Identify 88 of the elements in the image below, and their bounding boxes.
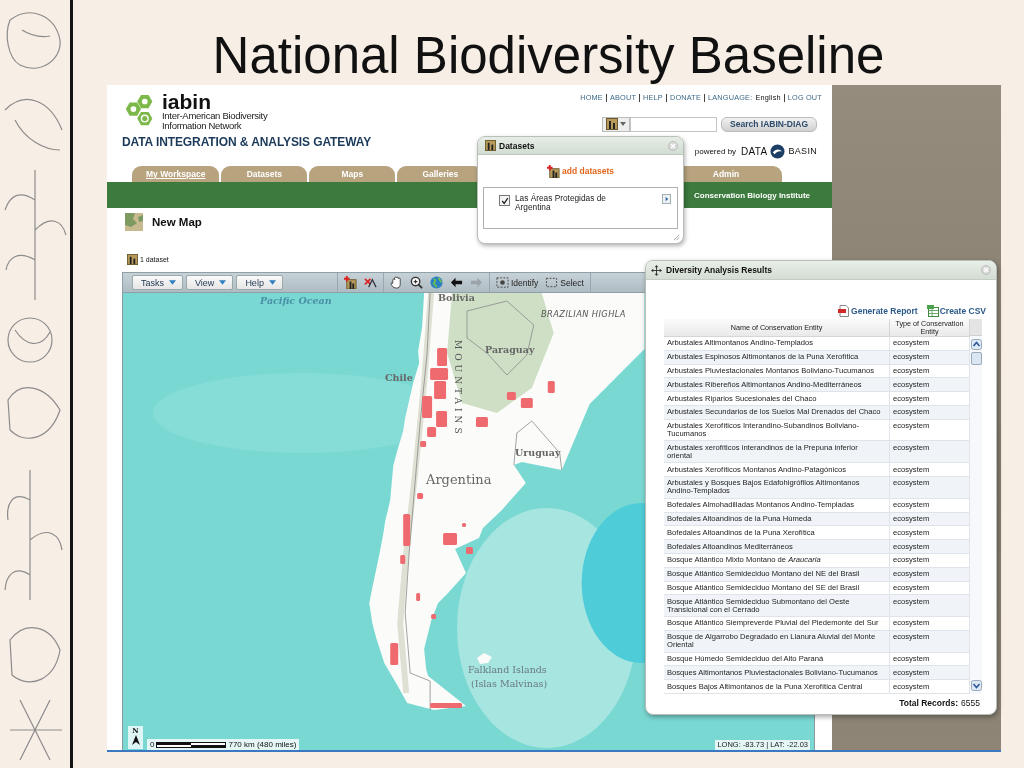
map-label: Bolivia xyxy=(438,293,475,304)
protected-area[interactable] xyxy=(520,398,533,408)
gateway-title: DATA INTEGRATION & ANALYSIS GATEWAY xyxy=(122,135,372,149)
protected-area[interactable] xyxy=(462,523,466,527)
add-datasets-link[interactable]: add datasets xyxy=(547,164,614,178)
scrollbar[interactable] xyxy=(970,336,982,694)
panel-title: Diversity Analysis Results xyxy=(666,265,772,275)
map-label: MOUNTAINS xyxy=(452,340,462,438)
hand-pan-icon[interactable] xyxy=(389,276,403,289)
add-layer-icon[interactable] xyxy=(343,276,357,289)
protected-area[interactable] xyxy=(430,368,449,380)
select-button[interactable]: Select xyxy=(545,276,584,289)
add-layer-icon xyxy=(547,164,560,178)
dataset-bars-icon xyxy=(127,253,138,265)
identify-icon xyxy=(495,276,509,289)
globe-logo-icon xyxy=(770,143,786,159)
caret-icon xyxy=(268,280,276,285)
logo-subtitle: Information Network xyxy=(162,120,242,130)
identify-button[interactable]: Identify xyxy=(495,276,539,289)
toolbar-menu-button[interactable]: Help xyxy=(236,275,283,290)
map-label: Pacific Ocean xyxy=(260,296,332,307)
dataset-name: Las Áreas Protegidas de Argentina xyxy=(515,194,607,212)
dataset-bars-icon xyxy=(606,118,619,130)
toolbar-menu-button[interactable]: View xyxy=(186,275,234,290)
map-label: Chile xyxy=(385,373,413,384)
protected-area[interactable] xyxy=(416,593,421,601)
map-label: Falkland Islands xyxy=(468,665,547,676)
logo-wordmark: iabin xyxy=(162,92,211,111)
slide-title: National Biodiversity Baseline xyxy=(211,26,886,85)
protected-area[interactable] xyxy=(434,381,447,399)
remove-layer-icon[interactable] xyxy=(363,276,377,289)
popup-title: Datasets xyxy=(499,140,536,151)
expand-arrow-icon[interactable] xyxy=(662,194,671,204)
checkbox[interactable] xyxy=(499,195,510,206)
protected-area[interactable] xyxy=(403,514,411,546)
scroll-up-icon[interactable] xyxy=(970,339,982,350)
logo-subtitle: Inter-American Biodiversity xyxy=(162,111,268,121)
back-arrow-icon[interactable] xyxy=(449,276,463,289)
page-title: New Map xyxy=(152,216,202,228)
protected-area[interactable] xyxy=(400,555,406,564)
protected-area[interactable] xyxy=(547,381,555,393)
protected-area[interactable] xyxy=(437,348,448,366)
toolbar-menu-button[interactable]: Tasks xyxy=(132,275,183,290)
generate-report-link[interactable]: Generate Report xyxy=(838,304,918,317)
protected-area[interactable] xyxy=(506,392,516,400)
search-field[interactable] xyxy=(630,116,718,132)
resize-grip-icon[interactable] xyxy=(673,234,680,241)
zoom-in-icon[interactable] xyxy=(409,276,423,289)
protected-area[interactable] xyxy=(431,614,437,619)
close-icon[interactable] xyxy=(981,265,991,275)
scale-zero: 0 xyxy=(150,740,155,749)
brand-wordmark: BASIN xyxy=(788,146,817,156)
brand-wordmark: DATA xyxy=(741,145,768,157)
map-label: Uruguay xyxy=(515,448,561,459)
search-source-dropdown[interactable] xyxy=(602,116,631,132)
map-label: Argentina xyxy=(426,473,492,488)
create-csv-link[interactable]: Create CSV xyxy=(926,304,986,317)
north-arrow-icon xyxy=(131,735,140,745)
protected-area[interactable] xyxy=(390,643,399,665)
search-button[interactable]: Search IABIN-DIAG xyxy=(721,116,817,132)
islands-drawing xyxy=(477,653,492,664)
select-icon xyxy=(545,276,559,289)
move-icon[interactable] xyxy=(651,264,662,276)
protected-area[interactable] xyxy=(443,533,458,545)
scale-distance: 770 km (480 miles) xyxy=(228,740,297,749)
pdf-file-icon xyxy=(838,304,851,317)
powered-by-label: powered by xyxy=(694,146,737,156)
protected-area[interactable] xyxy=(417,493,424,499)
protected-area[interactable] xyxy=(476,417,488,427)
scrollbar-header xyxy=(970,319,982,336)
map-label: Paraguay xyxy=(485,345,535,356)
protected-area[interactable] xyxy=(422,396,433,418)
globe-icon[interactable] xyxy=(429,276,443,289)
close-icon[interactable] xyxy=(668,140,678,151)
map-thumbnail-icon xyxy=(125,213,143,231)
spreadsheet-icon xyxy=(926,304,939,317)
map-label: BRAZILIAN HIGHLA xyxy=(541,310,626,320)
map-label: (Islas Malvinas) xyxy=(471,679,548,690)
banner-credit: Conservation Biology Institute xyxy=(694,190,810,200)
total-records-label: Total Records: xyxy=(899,697,959,708)
caret-icon xyxy=(169,280,176,285)
caret-icon xyxy=(219,280,227,285)
dataset-bars-icon xyxy=(485,140,496,151)
caret-icon xyxy=(620,122,627,126)
scrollbar-thumb[interactable] xyxy=(970,352,982,365)
protected-area[interactable] xyxy=(436,411,448,427)
scroll-down-icon[interactable] xyxy=(970,679,982,691)
total-records-value: 6555 xyxy=(961,697,980,708)
